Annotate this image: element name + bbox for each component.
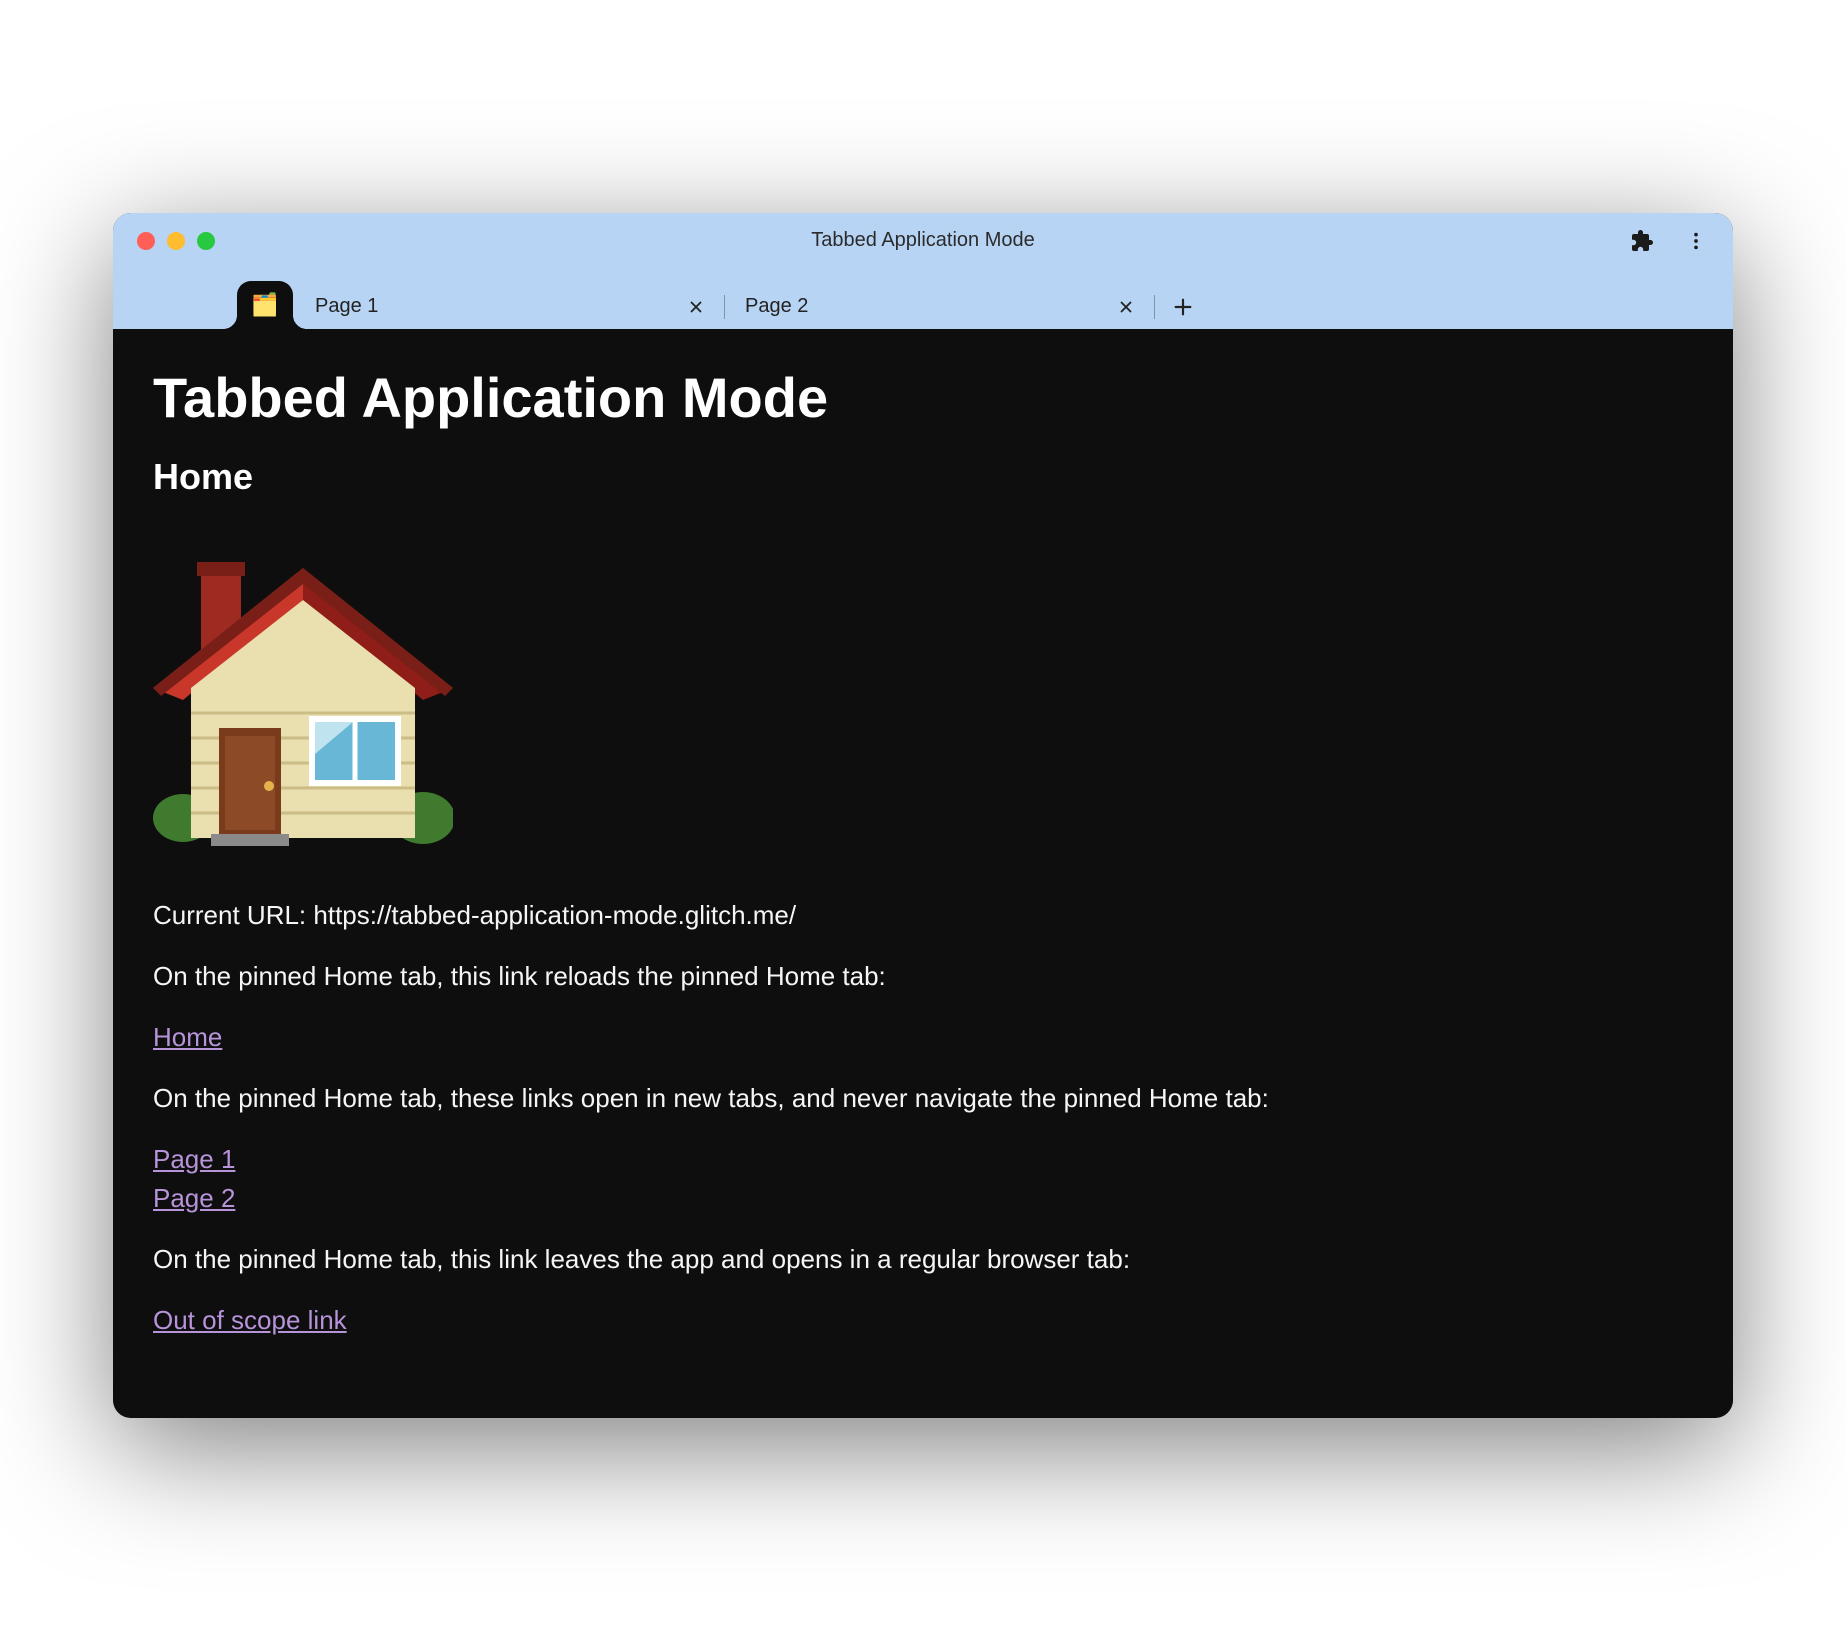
page-subtitle: Home [153, 456, 1693, 498]
new-tab-button[interactable] [1161, 285, 1205, 329]
close-window-button[interactable] [137, 232, 155, 250]
house-icon [153, 528, 453, 848]
close-icon [687, 298, 705, 316]
more-vertical-icon [1685, 230, 1707, 252]
para-newtabs: On the pinned Home tab, these links open… [153, 1079, 1693, 1118]
close-tab-button[interactable] [1111, 292, 1141, 322]
extensions-button[interactable] [1625, 224, 1659, 258]
para-outofscope: On the pinned Home tab, this link leaves… [153, 1240, 1693, 1279]
minimize-window-button[interactable] [167, 232, 185, 250]
maximize-window-button[interactable] [197, 232, 215, 250]
app-window: Tabbed Application Mode 🗂️ [113, 213, 1733, 1418]
tabs-icon: 🗂️ [251, 292, 278, 318]
link-out-of-scope[interactable]: Out of scope link [153, 1301, 1693, 1340]
link-page-2[interactable]: Page 2 [153, 1179, 1693, 1218]
tab-label: Page 1 [315, 295, 681, 318]
link-page-1[interactable]: Page 1 [153, 1140, 1693, 1179]
close-icon [1117, 298, 1135, 316]
current-url-line: Current URL: https://tabbed-application-… [153, 896, 1693, 935]
window-title: Tabbed Application Mode [113, 229, 1733, 252]
para-reload: On the pinned Home tab, this link reload… [153, 957, 1693, 996]
titlebar: Tabbed Application Mode [113, 213, 1733, 269]
window-controls [137, 232, 215, 250]
pinned-home-tab[interactable]: 🗂️ [237, 281, 293, 329]
tab-separator [1154, 295, 1155, 319]
tabstrip: 🗂️ Page 1 Page 2 [113, 269, 1733, 329]
page-content: Tabbed Application Mode Home [113, 329, 1733, 1418]
current-url-label: Current URL: [153, 900, 313, 930]
link-home[interactable]: Home [153, 1018, 1693, 1057]
puzzle-icon [1630, 229, 1654, 253]
plus-icon [1172, 296, 1194, 318]
hero-image [153, 528, 1693, 848]
tab-page-1[interactable]: Page 1 [295, 285, 725, 329]
tab-label: Page 2 [745, 295, 1111, 318]
current-url-value: https://tabbed-application-mode.glitch.m… [313, 900, 796, 930]
more-menu-button[interactable] [1679, 224, 1713, 258]
page-title: Tabbed Application Mode [153, 365, 1693, 430]
close-tab-button[interactable] [681, 292, 711, 322]
tab-page-2[interactable]: Page 2 [725, 285, 1155, 329]
